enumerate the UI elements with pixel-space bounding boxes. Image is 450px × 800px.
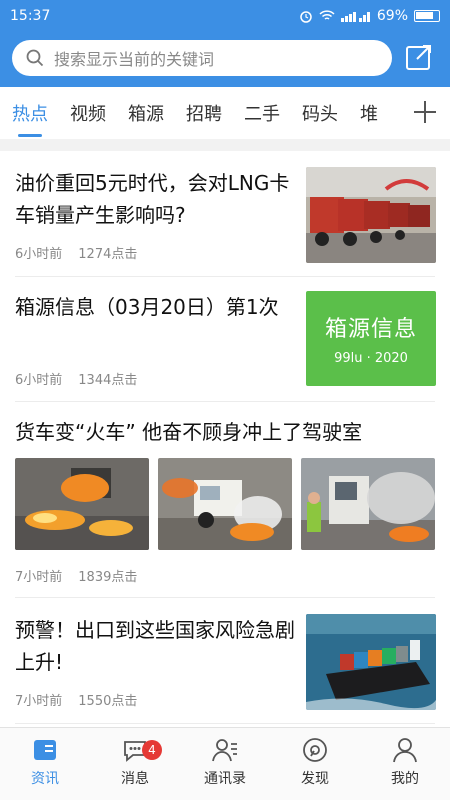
tab-port[interactable]: 码头 [302, 100, 338, 126]
wifi-icon [319, 10, 335, 20]
list-item[interactable]: 货车变“火车” 他奋不顾身冲上了驾驶室 7小时前 1839点击 [15, 402, 435, 598]
news-icon [34, 740, 56, 760]
tab-profile[interactable]: 我的 [360, 728, 450, 800]
article-clicks: 1344点击 [78, 373, 138, 388]
tab-messages[interactable]: 消息 4 [90, 728, 180, 800]
trucks-thumbnail [306, 167, 436, 263]
thumbnail-title: 箱源信息 [324, 317, 417, 342]
battery-icon [414, 10, 440, 22]
tab-yard[interactable]: 堆 [360, 100, 380, 126]
tab-discover[interactable]: 发现 [270, 728, 360, 800]
article-clicks: 1839点击 [78, 570, 138, 585]
search-placeholder: 搜索显示当前的关键词 [54, 50, 215, 69]
compose-icon[interactable] [404, 42, 434, 72]
tab-news[interactable]: 资讯 [0, 728, 90, 800]
tab-label: 我的 [391, 771, 419, 787]
article-title: 箱源信息（03月20日）第1次 [15, 295, 279, 319]
tab-contacts[interactable]: 通讯录 [180, 728, 270, 800]
article-time: 7小时前 [15, 694, 63, 709]
container-info-thumbnail: 箱源信息 99lu · 2020 [306, 291, 436, 386]
thumbnail-subtitle: 99lu · 2020 [334, 351, 408, 366]
truck-fire-photo-1 [15, 458, 149, 550]
article-meta: 6小时前 1274点击 [15, 243, 137, 262]
cargo-ship-thumbnail [306, 614, 436, 710]
contacts-icon [212, 739, 237, 762]
signal-icon [340, 12, 370, 22]
tab-second-hand[interactable]: 二手 [244, 100, 280, 126]
bottom-tab-bar: 资讯 消息 4 通讯录 发现 我的 [0, 727, 450, 800]
discover-icon [303, 738, 327, 762]
add-tab-icon[interactable] [410, 97, 440, 127]
battery-percent: 69% [376, 8, 408, 24]
article-title: 货车变“火车” 他奋不顾身冲上了驾驶室 [15, 420, 363, 444]
tab-container-source[interactable]: 箱源 [128, 100, 164, 126]
status-time: 15:37 [10, 8, 51, 24]
search-input[interactable]: 搜索显示当前的关键词 [12, 40, 392, 76]
article-time: 7小时前 [15, 570, 63, 585]
header: 搜索显示当前的关键词 [0, 32, 450, 87]
status-icons: 69% [299, 8, 440, 24]
article-meta: 7小时前 1839点击 [15, 566, 137, 585]
article-time: 6小时前 [15, 373, 63, 388]
unread-badge: 4 [142, 740, 162, 760]
tab-video[interactable]: 视频 [70, 100, 106, 126]
list-item[interactable]: 箱源信息（03月20日）第1次 6小时前 1344点击 箱源信息 99lu · 2… [15, 277, 436, 402]
tab-label: 发现 [301, 771, 329, 787]
article-title: 预警！出口到这些国家风险急剧上升! [15, 618, 295, 674]
list-item[interactable]: 预警！出口到这些国家风险急剧上升! 7小时前 1550点击 [15, 598, 436, 724]
truck-fire-photo-2 [158, 458, 292, 550]
article-meta: 6小时前 1344点击 [15, 369, 137, 388]
news-feed: 油价重回5元时代，会对LNG卡车销量产生影响吗? 6小时前 1274点击 箱源信息… [0, 151, 450, 727]
article-time: 6小时前 [15, 247, 63, 262]
article-clicks: 1550点击 [78, 694, 138, 709]
article-title: 油价重回5元时代，会对LNG卡车销量产生影响吗? [15, 171, 290, 227]
article-clicks: 1274点击 [78, 247, 138, 262]
status-bar: 15:37 69% [0, 0, 450, 32]
tab-jobs[interactable]: 招聘 [186, 100, 222, 126]
article-meta: 7小时前 1550点击 [15, 690, 137, 709]
search-icon [26, 49, 44, 67]
alarm-icon [300, 11, 312, 23]
truck-fire-photo-3 [301, 458, 435, 550]
profile-icon [393, 738, 417, 763]
tab-label: 消息 [121, 771, 149, 787]
tab-label: 资讯 [31, 771, 59, 787]
list-item[interactable]: 油价重回5元时代，会对LNG卡车销量产生影响吗? 6小时前 1274点击 [15, 151, 436, 277]
category-tabs: 热点 视频 箱源 招聘 二手 码头 堆 [0, 87, 450, 139]
tab-label: 通讯录 [204, 771, 246, 787]
divider [0, 139, 450, 151]
tab-hot[interactable]: 热点 [12, 100, 48, 137]
